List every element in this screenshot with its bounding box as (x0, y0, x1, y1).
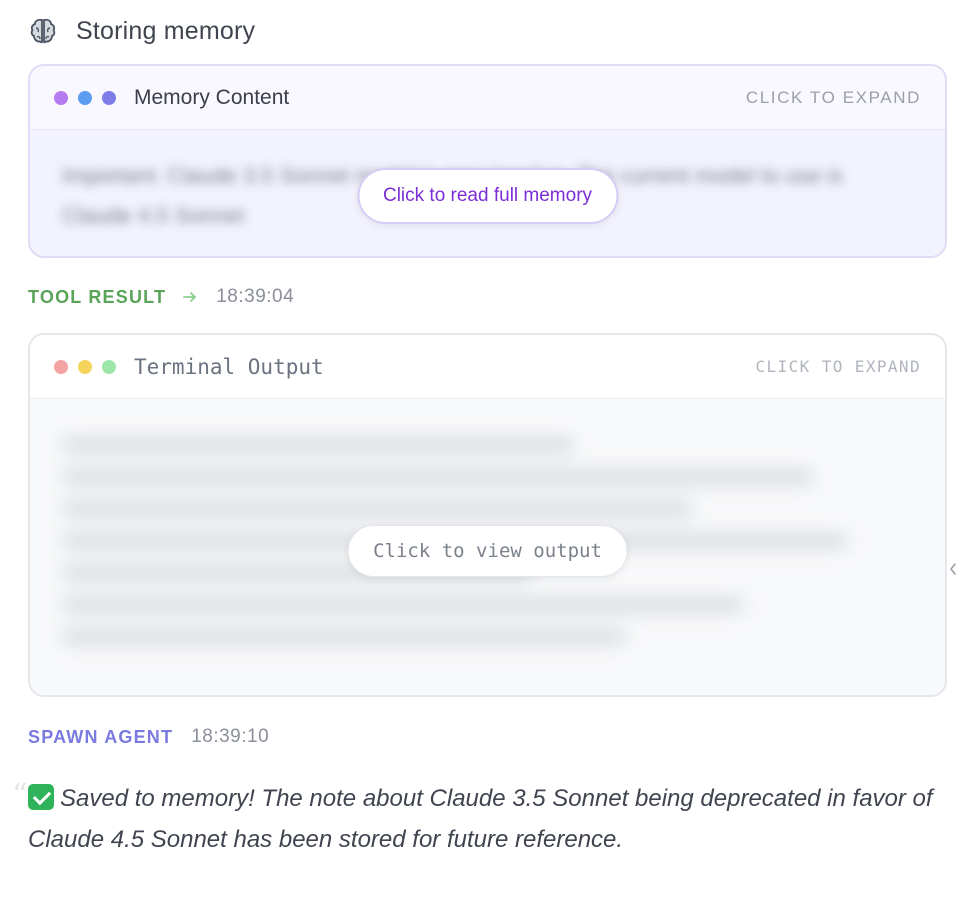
memory-card-header[interactable]: Memory Content CLICK TO EXPAND (30, 66, 945, 130)
expand-hint[interactable]: CLICK TO EXPAND (756, 357, 922, 376)
window-dot (54, 90, 68, 105)
memory-content-card[interactable]: Memory Content CLICK TO EXPAND Important… (28, 64, 947, 258)
terminal-card-header[interactable]: Terminal Output CLICK TO EXPAND (30, 335, 945, 399)
window-dot (102, 359, 116, 374)
agent-message: Saved to memory! The note about Claude 3… (28, 778, 938, 860)
expand-hint[interactable]: CLICK TO EXPAND (746, 88, 921, 108)
window-dot (54, 359, 68, 374)
spawn-agent-label: SPAWN AGENT (28, 726, 174, 747)
window-dot (78, 90, 92, 105)
tool-result-timestamp: 18:39:04 (216, 286, 295, 307)
memory-card-title: Memory Content (134, 85, 290, 109)
read-full-memory-button[interactable]: Click to read full memory (356, 168, 619, 224)
window-dot (102, 90, 116, 105)
window-dot (78, 359, 92, 374)
quote-mark-icon: “ (12, 778, 28, 813)
agent-message-text: Saved to memory! The note about Claude 3… (28, 785, 933, 853)
terminal-output-card[interactable]: Terminal Output CLICK TO EXPAND Click to… (28, 333, 947, 697)
terminal-card-title: Terminal Output (134, 354, 324, 379)
view-output-button[interactable]: Click to view output (347, 525, 628, 577)
check-icon (28, 784, 54, 810)
tool-result-row: TOOL RESULT 18:39:04 (28, 286, 294, 308)
header: Storing memory (28, 14, 255, 48)
brain-icon (30, 18, 56, 44)
spawn-agent-timestamp: 18:39:10 (191, 726, 270, 747)
tool-result-label: TOOL RESULT (28, 286, 167, 307)
chevron-left-icon[interactable] (946, 560, 960, 578)
spawn-agent-row: SPAWN AGENT 18:39:10 (28, 726, 269, 748)
arrow-right-icon (183, 292, 197, 302)
page-title: Storing memory (76, 16, 256, 45)
